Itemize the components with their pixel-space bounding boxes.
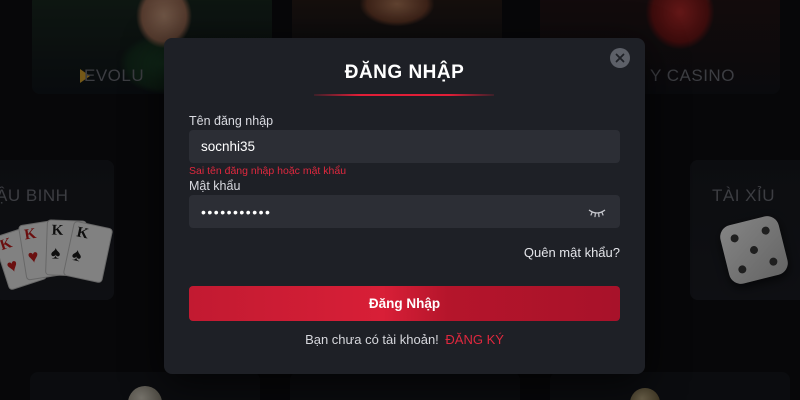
username-label: Tên đăng nhập: [189, 114, 274, 128]
eye-closed-icon[interactable]: [588, 208, 606, 218]
username-input[interactable]: [201, 130, 581, 163]
register-prompt: Bạn chưa có tài khoản! ĐĂNG KÝ: [164, 332, 645, 347]
password-input[interactable]: [201, 195, 581, 228]
password-field-wrapper: [189, 195, 620, 228]
modal-title: ĐĂNG NHẬP: [344, 62, 465, 83]
title-divider: [314, 94, 494, 96]
no-account-text: Bạn chưa có tài khoản!: [305, 332, 439, 347]
register-link[interactable]: ĐĂNG KÝ: [445, 332, 504, 347]
password-label: Mật khẩu: [189, 179, 241, 193]
login-submit-button[interactable]: Đăng Nhập: [189, 286, 620, 321]
login-modal: ĐĂNG NHẬP Tên đăng nhập Sai tên đăng nhậ…: [164, 38, 645, 374]
username-field-wrapper: [189, 130, 620, 163]
forgot-password-link[interactable]: Quên mật khẩu?: [524, 245, 620, 260]
login-error-message: Sai tên đăng nhập hoặc mật khẩu: [189, 165, 347, 177]
game-lobby-screen: EVOLU Y CASINO ẬU BINH K ♥ K ♥ K ♠ K ♠ TÀI X…: [0, 0, 800, 400]
